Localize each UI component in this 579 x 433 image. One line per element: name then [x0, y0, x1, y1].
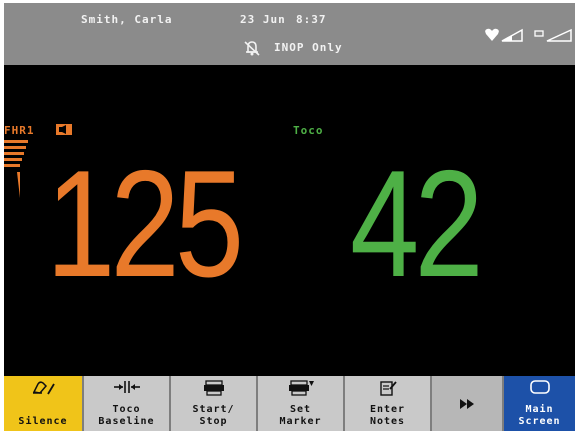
toco-value[interactable]: 42: [350, 148, 484, 300]
enter-notes-label-1: Enter: [369, 404, 406, 415]
start-stop-button[interactable]: Start/ Stop: [171, 376, 258, 431]
date-label: 23 Jun: [240, 13, 286, 26]
silence-button[interactable]: Silence: [4, 376, 84, 431]
silence-label: Silence: [18, 416, 68, 427]
set-marker-button[interactable]: Set Marker: [258, 376, 345, 431]
silence-icon: [32, 381, 55, 395]
fhr-signal-bars: [4, 140, 28, 198]
status-header: Smith, Carla 23 Jun 8:37 INOP Only: [4, 3, 575, 65]
toco-baseline-button[interactable]: Toco Baseline: [84, 376, 171, 431]
toco-baseline-label-1: Toco: [112, 404, 141, 415]
toco-label: Toco: [293, 124, 324, 137]
speaker-icon[interactable]: [56, 124, 72, 135]
main-screen-label-1: Main: [525, 404, 554, 415]
alarm-status-text: INOP Only: [274, 41, 343, 54]
start-stop-label-2: Stop: [199, 416, 228, 427]
time-label: 8:37: [296, 13, 327, 26]
enter-notes-label-2: Notes: [369, 416, 406, 427]
marker-printer-icon: [288, 380, 314, 396]
fhr-label: FHR1: [4, 124, 35, 137]
main-screen-icon: [529, 380, 550, 394]
printer-icon: [203, 380, 224, 396]
patient-name[interactable]: Smith, Carla: [81, 13, 172, 26]
more-keys-button[interactable]: [432, 376, 504, 431]
notes-icon: [379, 381, 397, 396]
alarm-off-icon: [244, 41, 260, 56]
set-marker-label-1: Set: [289, 404, 312, 415]
main-screen-button[interactable]: Main Screen: [504, 376, 575, 431]
battery-signal-icon: [534, 28, 572, 42]
main-screen-label-2: Screen: [518, 416, 561, 427]
fast-forward-icon: [460, 398, 474, 409]
set-marker-label-2: Marker: [279, 416, 322, 427]
heartbeat-signal-icon: [485, 28, 523, 42]
toco-baseline-label-2: Baseline: [98, 416, 155, 427]
monitor-screen: Smith, Carla 23 Jun 8:37 INOP Only FHR1: [4, 3, 575, 431]
smartkey-bar: Silence Toco Baseline Start/ Stop Set Ma…: [4, 376, 575, 431]
fhr-value[interactable]: 125: [46, 148, 244, 300]
enter-notes-button[interactable]: Enter Notes: [345, 376, 432, 431]
start-stop-label-1: Start/: [192, 404, 235, 415]
baseline-icon: [113, 381, 140, 393]
